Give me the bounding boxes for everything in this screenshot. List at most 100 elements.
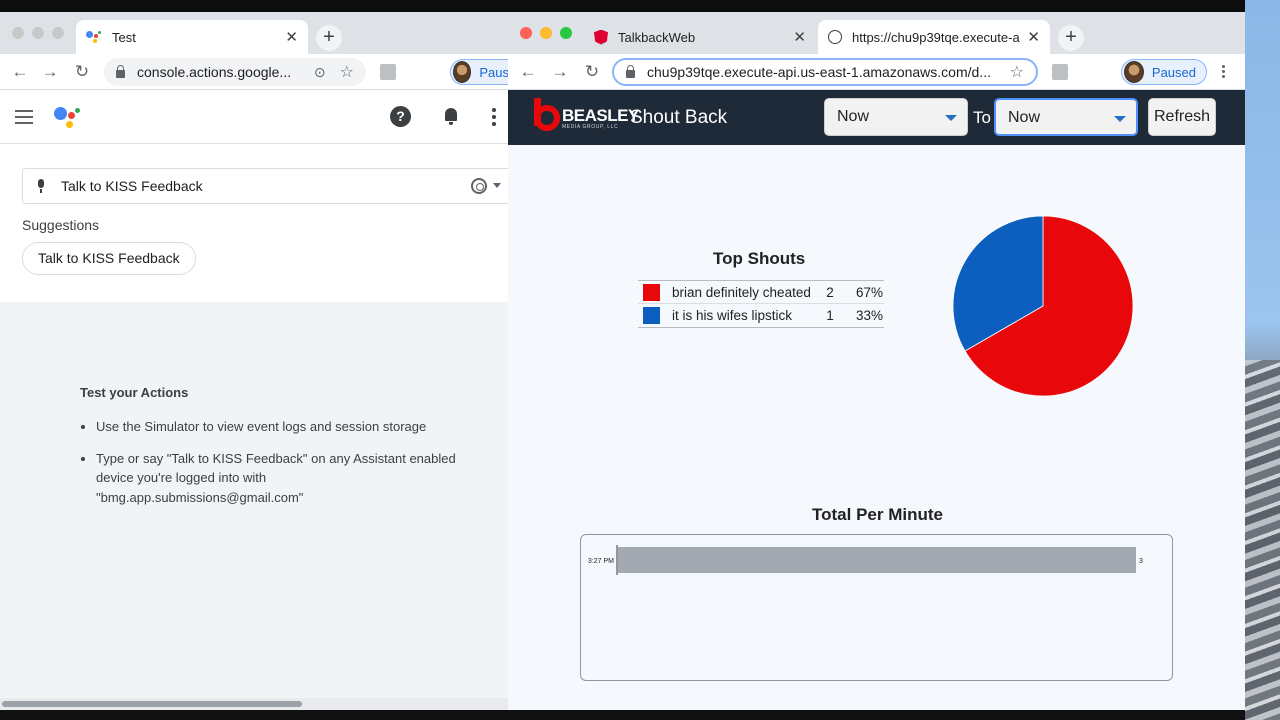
lock-icon — [626, 65, 635, 78]
chevron-down-icon — [945, 115, 957, 121]
tab-title: TalkbackWeb — [618, 29, 696, 45]
browser-toolbar: ← → ↻ chu9p39tqe.execute-api.us-east-1.a… — [508, 54, 1245, 90]
bell-icon[interactable] — [443, 106, 459, 126]
screen-top-bar — [0, 0, 1280, 12]
lock-icon — [116, 65, 125, 78]
extension-icon[interactable] — [380, 64, 396, 80]
tab-title: https://chu9p39tqe.execute-a — [852, 29, 1020, 45]
forward-icon[interactable]: → — [40, 62, 60, 82]
legend-percent: 33% — [855, 308, 883, 323]
list-item: Type or say "Talk to KISS Feedback" on a… — [96, 449, 466, 508]
extension-icon[interactable] — [1052, 64, 1068, 80]
maximize-window-button[interactable] — [52, 27, 64, 39]
back-icon[interactable]: ← — [518, 62, 538, 82]
legend-percent: 67% — [855, 284, 883, 300]
to-time-select[interactable]: Now — [994, 98, 1138, 136]
actions-console-appbar: ? — [0, 90, 508, 144]
google-assistant-logo — [54, 105, 82, 129]
app-header: BEASLEY MEDIA GROUP, LLC Shout Back Now … — [508, 90, 1245, 145]
new-tab-button[interactable]: + — [316, 25, 342, 51]
back-icon[interactable]: ← — [10, 62, 30, 82]
legend-count: 1 — [826, 308, 834, 323]
maximize-window-button[interactable] — [560, 27, 572, 39]
help-icon[interactable]: ? — [390, 106, 411, 127]
tab-api-url[interactable]: https://chu9p39tqe.execute-a ✕ — [818, 20, 1050, 54]
avatar — [1124, 61, 1144, 83]
from-time-value: Now — [837, 108, 870, 125]
globe-icon — [828, 30, 842, 44]
more-vert-icon[interactable] — [492, 108, 496, 129]
tab-strip: Test ✕ + — [0, 12, 508, 54]
to-time-value: Now — [1008, 109, 1041, 126]
new-tab-button[interactable]: + — [1058, 25, 1084, 51]
desktop-wallpaper — [1245, 0, 1280, 720]
bookmark-star-icon[interactable]: ☆ — [1010, 62, 1024, 82]
tab-strip: TalkbackWeb ✕ https://chu9p39tqe.execute… — [508, 12, 1245, 54]
window-controls — [12, 27, 64, 39]
horizontal-scrollbar[interactable] — [0, 698, 508, 710]
logo-text: BEASLEY — [562, 106, 639, 125]
suggestion-chip[interactable]: Talk to KISS Feedback — [22, 242, 196, 275]
refresh-button[interactable]: Refresh — [1148, 98, 1216, 136]
target-icon[interactable] — [471, 178, 487, 194]
google-assistant-favicon-icon — [86, 30, 102, 44]
simulator-input-value: Talk to KISS Feedback — [61, 178, 203, 194]
legend-row: it is his wifes lipstick 1 33% — [638, 304, 884, 327]
total-per-minute-panel: 3:27 PM 3 — [580, 534, 1173, 681]
reload-icon[interactable]: ↻ — [72, 62, 92, 82]
top-shouts-title: Top Shouts — [713, 249, 806, 268]
chevron-down-icon — [1114, 116, 1126, 122]
from-time-select[interactable]: Now — [824, 98, 968, 136]
suggestions-label: Suggestions — [22, 217, 100, 233]
category-label: 3:27 PM — [588, 558, 614, 565]
legend-label: it is his wifes lipstick — [672, 308, 793, 323]
tab-talkbackweb[interactable]: TalkbackWeb ✕ — [584, 20, 816, 54]
mic-icon[interactable] — [37, 179, 45, 193]
top-shouts-pie-chart — [952, 215, 1134, 397]
profile-button[interactable]: Paused — [1121, 59, 1207, 85]
dashboard-body: Top Shouts brian definitely cheated 2 67… — [508, 145, 1245, 710]
browser-window-left: Test ✕ + ← → ↻ console.actions.google...… — [0, 12, 508, 710]
legend-row: brian definitely cheated 2 67% — [638, 281, 884, 304]
bookmark-star-icon[interactable]: ☆ — [340, 62, 354, 82]
close-tab-icon[interactable]: ✕ — [285, 28, 298, 46]
angular-icon — [594, 29, 608, 45]
menu-icon[interactable] — [15, 110, 33, 128]
close-tab-icon[interactable]: ✕ — [1027, 28, 1040, 46]
legend-count: 2 — [826, 284, 834, 300]
url-text: chu9p39tqe.execute-api.us-east-1.amazona… — [647, 64, 991, 80]
simulator-input[interactable]: Talk to KISS Feedback — [22, 168, 508, 204]
url-text: console.actions.google... — [137, 64, 292, 80]
browser-toolbar: ← → ↻ console.actions.google... ⊙ ☆ Paus — [0, 54, 508, 90]
address-bar[interactable]: chu9p39tqe.execute-api.us-east-1.amazona… — [612, 58, 1038, 86]
reload-icon[interactable]: ↻ — [582, 62, 602, 82]
page-title: Shout Back — [630, 107, 728, 128]
close-tab-icon[interactable]: ✕ — [793, 28, 806, 46]
close-window-button[interactable] — [520, 27, 532, 39]
test-section-title: Test your Actions — [80, 385, 189, 400]
location-icon[interactable]: ⊙ — [314, 64, 326, 81]
beasley-logo-icon — [534, 98, 560, 131]
profile-label: Paused — [1151, 64, 1196, 80]
tab-title: Test — [112, 29, 136, 45]
legend-swatch-red — [643, 283, 660, 301]
close-window-button[interactable] — [12, 27, 24, 39]
chevron-down-icon[interactable] — [493, 183, 501, 188]
scrollbar-thumb[interactable] — [2, 701, 302, 707]
top-shouts-legend: brian definitely cheated 2 67% it is his… — [638, 280, 884, 328]
address-bar[interactable]: console.actions.google... ⊙ ☆ — [104, 58, 366, 86]
logo-subtext: MEDIA GROUP, LLC — [562, 124, 619, 130]
legend-swatch-blue — [643, 307, 660, 324]
minimize-window-button[interactable] — [540, 27, 552, 39]
test-instructions-list: Use the Simulator to view event logs and… — [96, 417, 466, 519]
forward-icon[interactable]: → — [550, 62, 570, 82]
profile-button[interactable]: Paus — [450, 59, 508, 85]
window-controls — [520, 27, 572, 39]
value-label: 3 — [1139, 558, 1143, 565]
wallpaper-mountain — [1245, 360, 1280, 720]
tab-test[interactable]: Test ✕ — [76, 20, 308, 54]
browser-menu-icon[interactable] — [1222, 65, 1225, 81]
total-per-minute-bar-chart: 3:27 PM 3 — [588, 545, 1143, 575]
list-item: Use the Simulator to view event logs and… — [96, 417, 466, 437]
minimize-window-button[interactable] — [32, 27, 44, 39]
